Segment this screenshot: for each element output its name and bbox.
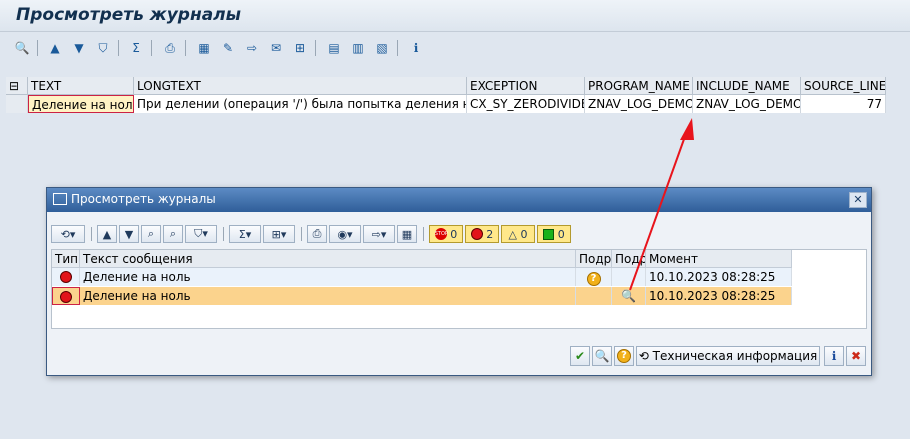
export-dropdown-button[interactable]: ⇨▾: [363, 225, 395, 243]
confirm-checkmark-icon[interactable]: ✔: [570, 346, 590, 366]
print-preview-icon[interactable]: ⎙: [160, 38, 180, 58]
info-icon[interactable]: ℹ: [824, 346, 844, 366]
column-header-program-name[interactable]: PROGRAM_NAME: [585, 77, 693, 95]
stop-count: 0: [450, 227, 458, 241]
toolbar-separator: [151, 40, 152, 56]
find-next-icon[interactable]: ⌕: [163, 225, 183, 243]
toolbar-separator: [397, 40, 398, 56]
page-title: Просмотреть журналы: [16, 5, 242, 25]
sort-descending-icon[interactable]: ▼: [119, 225, 139, 243]
column-header-include-name[interactable]: INCLUDE_NAME: [693, 77, 801, 95]
sum-dropdown-button[interactable]: Σ▾: [229, 225, 261, 243]
export-excel-icon[interactable]: ▦: [194, 38, 214, 58]
success-icon: [543, 228, 555, 240]
toolbar-separator: [118, 40, 119, 56]
row-selector[interactable]: [6, 95, 28, 113]
success-count: 0: [557, 227, 565, 241]
row-message[interactable]: Деление на ноль: [80, 268, 576, 286]
cell-source-line[interactable]: 77: [801, 95, 886, 113]
warning-icon: △: [508, 227, 517, 241]
technical-info-button[interactable]: ⟲ Техническая информация: [636, 346, 820, 366]
column-header-type[interactable]: Тип: [52, 250, 80, 268]
layout-icon[interactable]: ▦: [397, 225, 417, 243]
detail-magnifier-icon[interactable]: 🔍: [612, 287, 646, 305]
info-icon[interactable]: ℹ: [406, 38, 426, 58]
toolbar-separator: [301, 227, 302, 241]
column-header-text[interactable]: TEXT: [28, 77, 134, 95]
technical-info-icon: ⟲: [638, 349, 649, 363]
application-toolbar: 🔍 ▲ ▼ ⛉ Σ ⎙ ▦ ✎ ⇨ ✉ ⊞ ▤ ▥ ▧ ℹ: [0, 33, 910, 63]
toolbar-separator: [37, 40, 38, 56]
column-header-detail1[interactable]: Подр: [576, 250, 612, 268]
error-count: 2: [486, 227, 494, 241]
toolbar-separator: [223, 227, 224, 241]
technical-info-label: Техническая информация: [652, 349, 818, 363]
print-icon[interactable]: ⎙: [307, 225, 327, 243]
change-layout-icon[interactable]: ▤: [324, 38, 344, 58]
cell-text[interactable]: Деление на ноль: [28, 95, 134, 113]
local-file-icon[interactable]: ⇨: [242, 38, 262, 58]
select-layout-icon[interactable]: ▥: [348, 38, 368, 58]
cell-longtext[interactable]: При делении (операция '/') была попытка …: [134, 95, 467, 113]
dialog-title: Просмотреть журналы: [71, 192, 216, 206]
details-icon[interactable]: 🔍: [12, 38, 32, 58]
row-type-error-icon: [52, 268, 80, 286]
word-processing-icon[interactable]: ✎: [218, 38, 238, 58]
dialog-toolbar: ⟲▾ ▲ ▼ ⌕ ⌕ ⛉▾ Σ▾ ⊞▾ ⎙ ◉▾ ⇨▾ ▦ STOP 0 2 △…: [51, 222, 867, 246]
dialog-title-bar: Просмотреть журналы ✕: [47, 188, 871, 212]
stop-icon: STOP: [434, 228, 448, 240]
warning-count: 0: [520, 227, 528, 241]
sort-ascending-icon[interactable]: ▲: [97, 225, 117, 243]
column-header-moment[interactable]: Момент: [646, 250, 792, 268]
column-header-message[interactable]: Текст сообщения: [80, 250, 576, 268]
window-title-bar: Просмотреть журналы: [0, 0, 910, 32]
row-detail2[interactable]: [612, 268, 646, 286]
column-header-exception[interactable]: EXCEPTION: [467, 77, 585, 95]
find-icon[interactable]: ⌕: [141, 225, 161, 243]
grid-settings-icon[interactable]: ⊟: [6, 77, 28, 95]
cell-include-name[interactable]: ZNAV_LOG_DEMO: [693, 95, 801, 113]
save-layout-icon[interactable]: ▧: [372, 38, 392, 58]
sum-icon[interactable]: Σ: [126, 38, 146, 58]
help-icon[interactable]: ?: [614, 346, 634, 366]
cancel-icon[interactable]: ✖: [846, 346, 866, 366]
dialog-footer: ✔ 🔍 ? ⟲ Техническая информация ℹ ✖: [51, 334, 867, 372]
column-header-source-line[interactable]: SOURCE_LINE: [801, 77, 886, 95]
filter-icon[interactable]: ⛉: [93, 38, 113, 58]
warning-filter-button[interactable]: △ 0: [501, 225, 535, 243]
sort-descending-icon[interactable]: ▼: [69, 38, 89, 58]
column-header-detail2[interactable]: Подр: [612, 250, 646, 268]
views-dropdown-button[interactable]: ◉▾: [329, 225, 361, 243]
row-detail1[interactable]: [576, 287, 612, 305]
log-grid: ⊟ TEXT LONGTEXT EXCEPTION PROGRAM_NAME I…: [6, 77, 886, 115]
window-icon: [53, 193, 67, 205]
column-header-longtext[interactable]: LONGTEXT: [134, 77, 467, 95]
filter-dropdown-button[interactable]: ⛉▾: [185, 225, 217, 243]
row-message[interactable]: Деление на ноль: [80, 287, 576, 305]
toolbar-separator: [91, 227, 92, 241]
error-icon: [470, 228, 483, 240]
technical-info-dropdown-button[interactable]: ⟲▾: [51, 225, 85, 243]
row-moment[interactable]: 10.10.2023 08:28:25: [646, 287, 792, 305]
abc-analysis-icon[interactable]: ⊞: [290, 38, 310, 58]
toolbar-separator: [423, 227, 424, 241]
subtotal-dropdown-button[interactable]: ⊞▾: [263, 225, 295, 243]
row-moment[interactable]: 10.10.2023 08:28:25: [646, 268, 792, 286]
sort-ascending-icon[interactable]: ▲: [45, 38, 65, 58]
message-list: Тип Текст сообщения Подр Подр Момент Дел…: [51, 249, 867, 329]
cell-exception[interactable]: CX_SY_ZERODIVIDE: [467, 95, 585, 113]
toolbar-separator: [315, 40, 316, 56]
dialog-close-button[interactable]: ✕: [849, 192, 867, 208]
stop-filter-button[interactable]: STOP 0: [429, 225, 463, 243]
details-icon[interactable]: 🔍: [592, 346, 612, 366]
success-filter-button[interactable]: 0: [537, 225, 571, 243]
log-viewer-dialog: Просмотреть журналы ✕ ⟲▾ ▲ ▼ ⌕ ⌕ ⛉▾ Σ▾ ⊞…: [46, 187, 872, 376]
error-filter-button[interactable]: 2: [465, 225, 499, 243]
help-icon[interactable]: ?: [576, 268, 612, 286]
send-icon[interactable]: ✉: [266, 38, 286, 58]
cell-program-name[interactable]: ZNAV_LOG_DEMO: [585, 95, 693, 113]
toolbar-separator: [185, 40, 186, 56]
row-type-error-icon: [52, 287, 80, 305]
